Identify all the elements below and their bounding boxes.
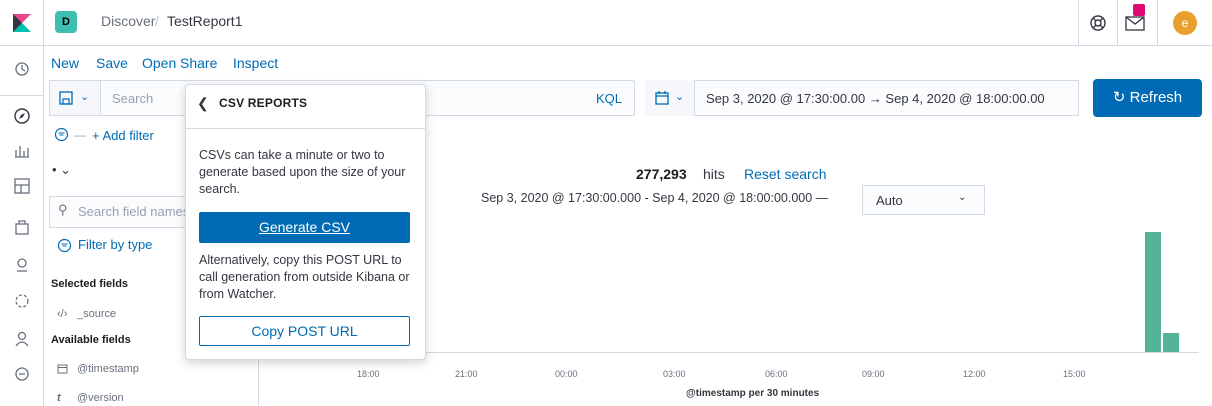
chevron-down-icon: ⌄ [80,91,90,103]
filter-icon [57,238,72,253]
field-item[interactable]: _source [77,308,116,320]
selected-fields-heading: Selected fields [51,278,129,290]
notification-badge [1133,4,1145,16]
available-fields-heading: Available fields [51,334,131,346]
filter-dash: — [74,128,86,142]
x-tick-label: 03:00 [663,369,686,379]
kibana-logo-icon[interactable] [11,12,33,34]
generate-csv-button[interactable]: Generate CSV [199,212,410,243]
hits-count: 277,293 [636,166,687,182]
nav-divider [0,95,44,96]
help-icon[interactable] [1089,14,1107,32]
add-filter-button[interactable]: + Add filter [92,128,154,143]
newsfeed-mail-icon[interactable] [1125,14,1145,32]
chevron-down-icon: ⌄ [675,91,685,103]
index-pattern-selector[interactable]: • ⌄ [52,162,71,178]
maps-icon[interactable] [13,256,31,274]
user-avatar[interactable]: e [1173,11,1197,35]
quick-menu-button[interactable] [645,80,695,116]
menu-share[interactable]: Share [180,55,217,71]
menu-save[interactable]: Save [96,55,128,71]
space-avatar[interactable]: D [55,11,77,33]
popover-title: CSV REPORTS [219,96,308,110]
refresh-label: Refresh [1129,89,1183,106]
x-tick-label: 18:00 [357,369,380,379]
filter-icon[interactable] [54,127,69,142]
interval-value: Auto [876,193,903,208]
visualize-icon[interactable] [13,142,31,160]
menu-new[interactable]: New [51,55,79,71]
x-tick-label: 15:00 [1063,369,1086,379]
calendar-icon [655,91,669,105]
header-divider [1078,0,1079,46]
breadcrumb-separator: / [155,13,159,29]
x-tick-label: 06:00 [765,369,788,379]
search-input[interactable]: Search [112,91,153,106]
x-tick-label: 12:00 [963,369,986,379]
ml-icon[interactable] [13,292,31,310]
recently-viewed-icon[interactable] [13,60,31,78]
header-divider [43,0,44,46]
search-icon: ⚲ [58,202,68,217]
header-divider [1117,0,1118,46]
filter-by-type-button[interactable]: Filter by type [78,237,152,252]
histogram-bar[interactable] [1145,232,1161,352]
breadcrumb-current: TestReport1 [167,13,243,29]
breadcrumb-discover[interactable]: Discover [101,13,155,29]
date-range-text[interactable]: Sep 3, 2020 @ 17:30:00.00 → Sep 4, 2020 … [706,91,1045,106]
refresh-icon: ↻ [1112,89,1126,106]
chevron-down-icon: ⌄ [958,192,967,203]
reset-search-link[interactable]: Reset search [744,166,826,182]
users-icon[interactable] [13,330,31,348]
hits-label: hits [703,166,725,182]
popover-alt-text: Alternatively, copy this POST URL to cal… [199,253,410,301]
refresh-button[interactable]: ↻ Refresh [1093,79,1202,117]
calendar-icon [57,364,68,374]
field-search-placeholder: Search field names [78,204,186,219]
canvas-icon[interactable] [13,219,31,237]
popover-divider [186,128,425,129]
copy-post-url-button[interactable]: Copy POST URL [199,316,410,346]
string-type-icon: t [57,392,61,404]
field-item[interactable]: @version [77,392,124,404]
saved-query-button[interactable] [49,80,101,116]
dashboard-icon[interactable] [13,177,31,195]
chart-bar-area [1145,226,1185,352]
x-tick-label: 21:00 [455,369,478,379]
x-tick-label: 09:00 [862,369,885,379]
discover-compass-icon[interactable] [13,107,31,125]
field-item[interactable]: @timestamp [77,363,139,375]
header-divider [1157,0,1158,46]
back-chevron-icon[interactable]: ❮ [197,95,209,112]
apm-icon[interactable] [13,365,31,383]
histogram-bar[interactable] [1163,333,1179,352]
code-icon: ‹/› [57,308,68,320]
time-range-text: Sep 3, 2020 @ 17:30:00.000 - Sep 4, 2020… [481,191,829,205]
menu-inspect[interactable]: Inspect [233,55,278,71]
menu-open[interactable]: Open [142,55,176,71]
x-axis-title: @timestamp per 30 minutes [686,388,820,399]
x-tick-label: 00:00 [555,369,578,379]
save-icon [59,91,73,105]
kql-toggle[interactable]: KQL [596,91,622,106]
popover-description: CSVs can take a minute or two to generat… [199,148,406,196]
